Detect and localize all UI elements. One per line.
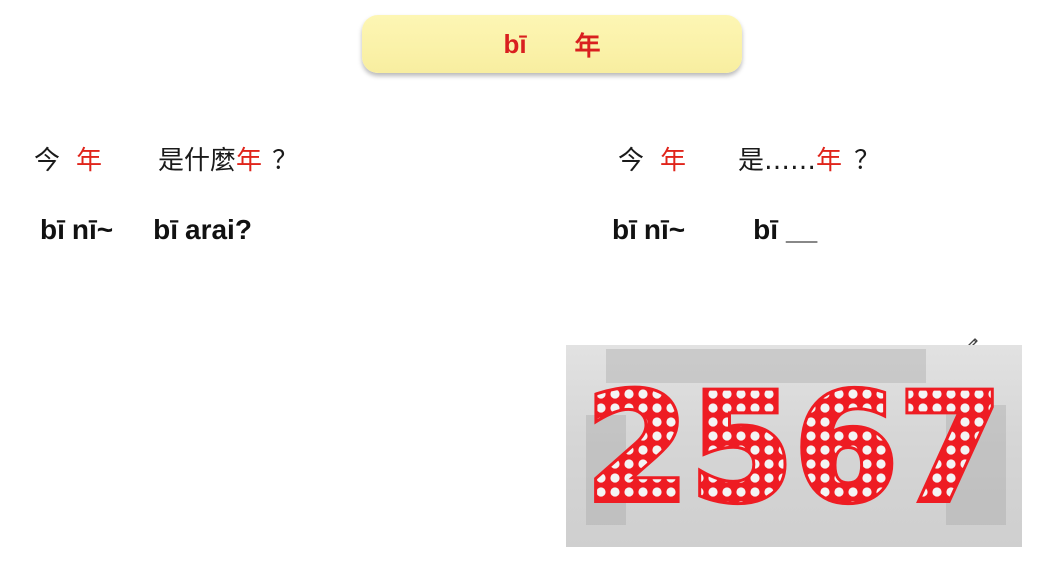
right-question-mark: ？ [854,146,881,176]
left-rom-bi: bī [40,214,65,245]
right-char-jin: 今 [618,146,645,176]
title-pill: bī 年 [362,15,742,73]
left-rom-ni: nī~ [71,214,114,245]
left-question-chinese: 今 年 是什麼 年 ？ [34,140,298,177]
left-rom-bi2: bī [153,214,179,245]
left-rom-arai: arai? [185,214,252,245]
year-number-graphic: 2567 [582,359,1005,539]
right-char-nian2: 年 [816,146,843,176]
left-char-jin: 今 [34,146,61,176]
year-number-image: 2567 [566,345,1022,547]
year-number-text: 2567 [585,362,1002,536]
left-question-mark: ？ [272,146,299,176]
left-char-nian2: 年 [236,146,263,176]
right-rom-bi: bī [612,214,637,245]
right-rom-bi2: bī [753,214,779,245]
title-romanization: bī [503,28,527,59]
left-char-shishenme: 是什麼 [158,146,237,176]
right-answer-romanized: bī nī~ bī __ [612,214,817,246]
right-char-shi: 是…… [738,146,817,176]
right-rom-blank: __ [786,214,818,245]
right-rom-ni: nī~ [643,214,686,245]
right-answer-chinese: 今 年 是…… 年 ？ [618,140,880,177]
left-char-nian: 年 [76,146,103,176]
left-question-romanized: bī nī~ bī arai? [40,214,252,246]
title-hanzi: 年 [574,30,601,61]
right-char-nian: 年 [660,146,687,176]
